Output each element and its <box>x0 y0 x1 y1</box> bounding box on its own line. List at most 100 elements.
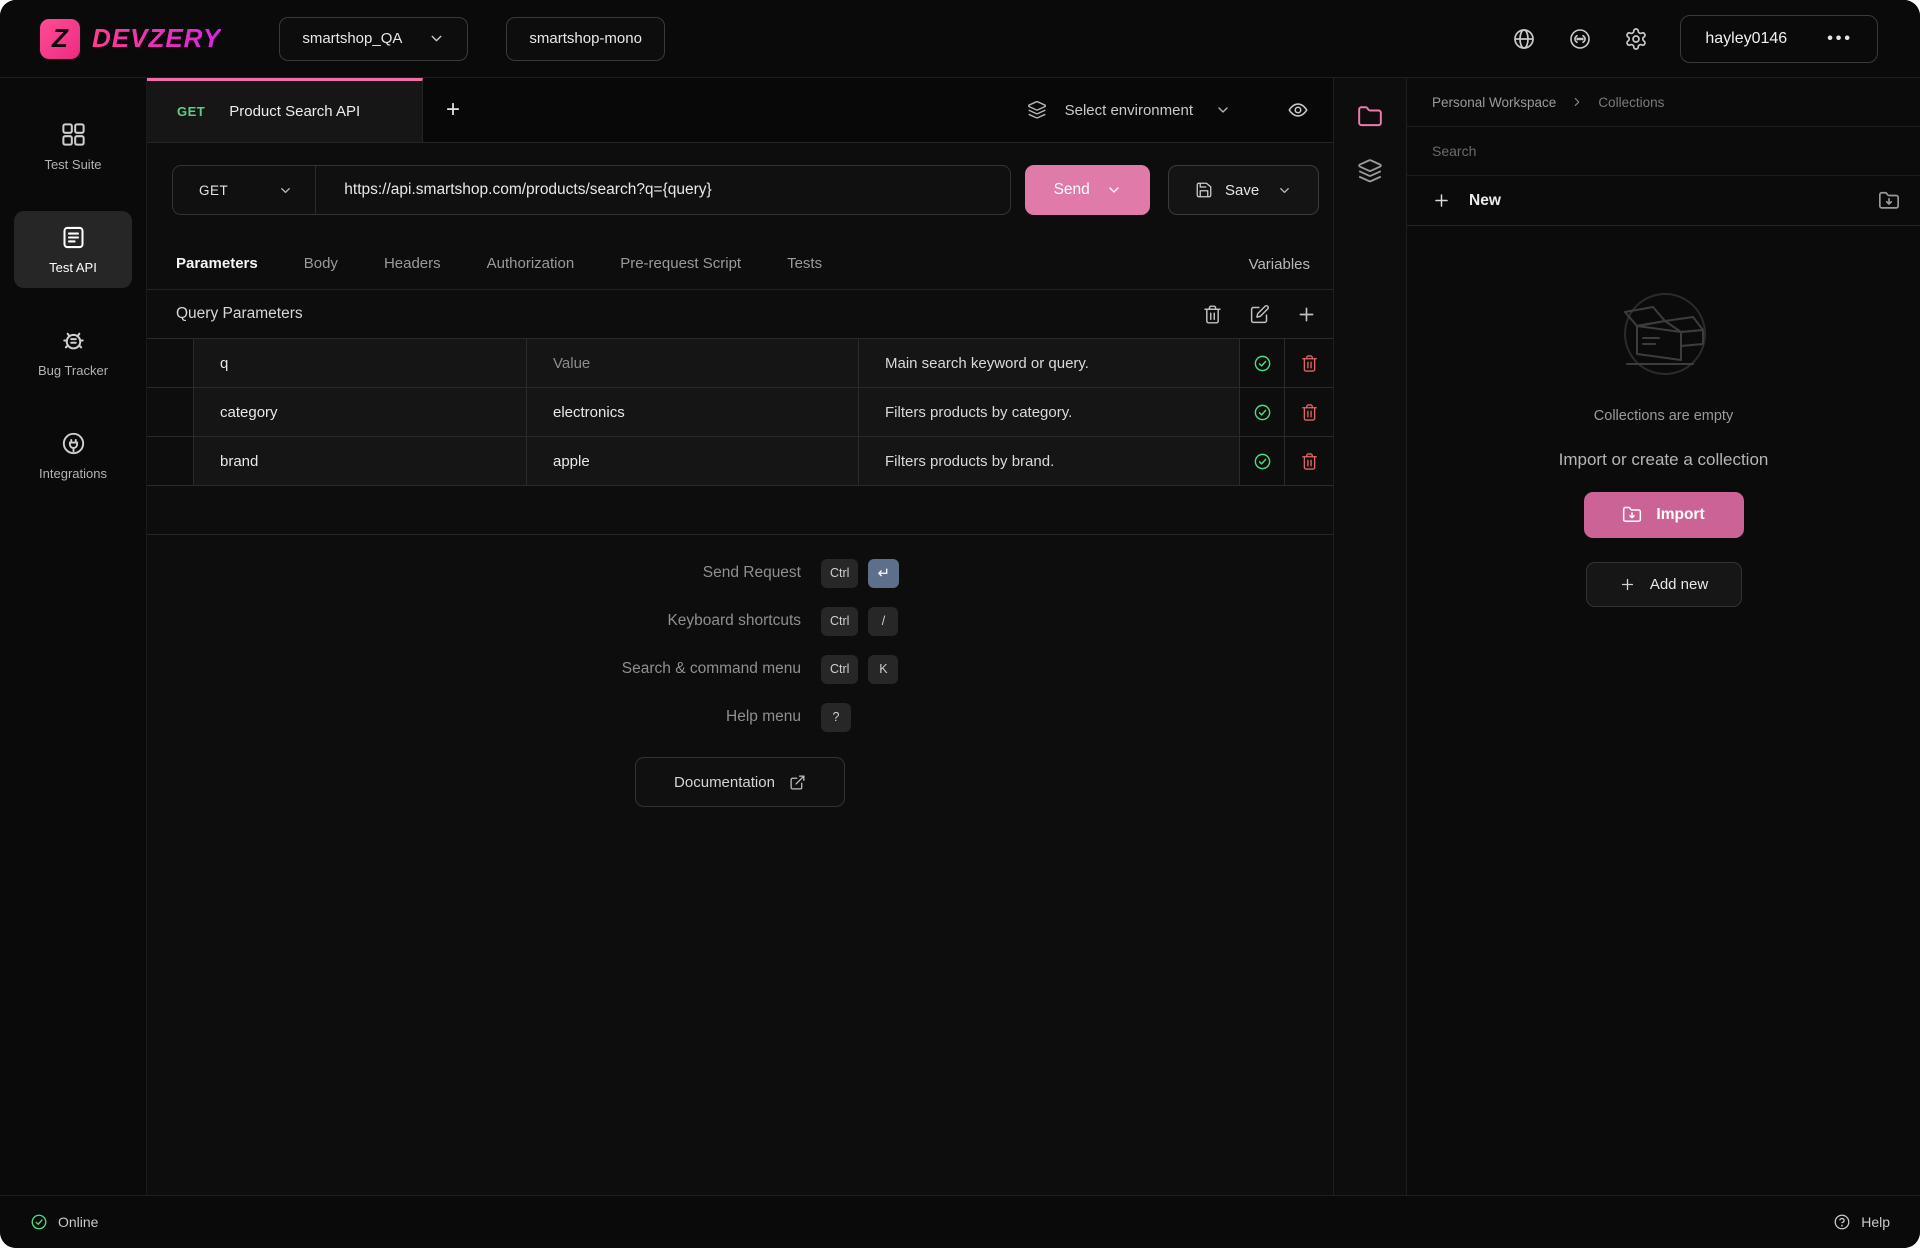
breadcrumb-collections[interactable]: Collections <box>1598 95 1664 110</box>
import-button[interactable]: Import <box>1584 492 1744 538</box>
plus-icon <box>1432 191 1451 210</box>
delete-all-icon[interactable] <box>1202 304 1223 325</box>
table-row: category electronics Filters products by… <box>147 388 1333 437</box>
param-delete-button[interactable] <box>1285 437 1333 485</box>
environments-layers-icon[interactable] <box>1357 158 1383 184</box>
document-icon <box>60 224 87 251</box>
tab-variables[interactable]: Variables <box>1249 256 1310 273</box>
online-check-icon <box>30 1213 48 1231</box>
sidebar-item-label: Test API <box>49 260 97 275</box>
layers-icon <box>1027 100 1047 120</box>
tab-pre-request-script[interactable]: Pre-request Script <box>620 255 741 274</box>
import-button-label: Import <box>1656 506 1704 524</box>
key-enter: ↵ <box>868 559 899 588</box>
user-menu[interactable]: hayley0146 ••• <box>1680 15 1878 63</box>
key-ctrl: Ctrl <box>821 655 858 684</box>
url-input[interactable]: https://api.smartshop.com/products/searc… <box>316 181 711 199</box>
param-value-cell[interactable]: Value <box>527 339 859 387</box>
new-collection-label: New <box>1469 192 1501 210</box>
shortcut-row: Keyboard shortcuts Ctrl / <box>147 597 1333 645</box>
collections-panel: Personal Workspace Collections New <box>1406 78 1920 1195</box>
grid-icon <box>60 121 87 148</box>
online-status-label: Online <box>58 1214 98 1230</box>
chevron-down-icon[interactable] <box>1215 102 1231 118</box>
param-enabled-toggle[interactable] <box>1240 339 1285 387</box>
query-params-table: q Value Main search keyword or query. ca… <box>147 338 1333 535</box>
row-handle-cell[interactable] <box>147 339 194 387</box>
tab-headers[interactable]: Headers <box>384 255 441 274</box>
tab-body[interactable]: Body <box>304 255 338 274</box>
main-panel: GET Product Search API + Select environm… <box>146 78 1333 1195</box>
new-collection-row: New <box>1407 176 1920 226</box>
send-button[interactable]: Send <box>1025 165 1150 215</box>
documentation-label: Documentation <box>674 774 775 791</box>
check-circle-icon <box>1253 452 1272 471</box>
param-enabled-toggle[interactable] <box>1240 437 1285 485</box>
sidebar-item-bug-tracker[interactable]: Bug Tracker <box>14 314 132 391</box>
sidebar-item-integrations[interactable]: Integrations <box>14 417 132 494</box>
empty-state-title: Collections are empty <box>1594 408 1733 424</box>
sidebar-item-label: Integrations <box>39 466 107 481</box>
ellipsis-icon: ••• <box>1827 30 1853 48</box>
sidebar-item-test-suite[interactable]: Test Suite <box>14 108 132 185</box>
table-empty-row <box>147 486 1333 535</box>
method-select[interactable]: GET <box>173 166 316 214</box>
param-value-cell[interactable]: electronics <box>527 388 859 436</box>
add-new-button-label: Add new <box>1650 576 1708 593</box>
sidebar-item-test-api[interactable]: Test API <box>14 211 132 288</box>
param-description-cell[interactable]: Main search keyword or query. <box>859 339 1240 387</box>
new-collection-button[interactable]: New <box>1432 191 1501 210</box>
add-param-icon[interactable] <box>1296 304 1317 325</box>
edit-icon[interactable] <box>1249 304 1270 325</box>
param-delete-button[interactable] <box>1285 388 1333 436</box>
save-button[interactable]: Save <box>1168 165 1319 215</box>
gear-icon[interactable] <box>1624 27 1648 51</box>
search-input[interactable] <box>1407 143 1920 159</box>
external-link-icon <box>789 774 806 791</box>
chevron-down-icon <box>1106 182 1122 198</box>
environment-selector[interactable]: Select environment <box>1065 102 1193 119</box>
brand-logo[interactable]: Z DEVZERY <box>40 19 221 59</box>
param-key-cell[interactable]: brand <box>194 437 527 485</box>
collections-search-row <box>1407 127 1920 176</box>
param-delete-button[interactable] <box>1285 339 1333 387</box>
param-description-cell[interactable]: Filters products by brand. <box>859 437 1240 485</box>
new-tab-button[interactable]: + <box>423 78 483 142</box>
help-circle-icon <box>1833 1213 1851 1231</box>
row-handle-cell[interactable] <box>147 437 194 485</box>
globe-icon[interactable] <box>1512 27 1536 51</box>
tab-parameters[interactable]: Parameters <box>176 255 258 274</box>
online-status[interactable]: Online <box>30 1213 98 1231</box>
api-status-icon[interactable] <box>1568 27 1592 51</box>
brand-name: DEVZERY <box>92 23 221 54</box>
repo-button[interactable]: smartshop-mono <box>506 17 665 61</box>
param-enabled-toggle[interactable] <box>1240 388 1285 436</box>
param-description-cell[interactable]: Filters products by category. <box>859 388 1240 436</box>
query-params-header: Query Parameters <box>147 290 1333 338</box>
send-button-label: Send <box>1054 181 1090 199</box>
request-tab[interactable]: GET Product Search API <box>147 78 423 142</box>
plug-icon <box>60 430 87 457</box>
param-value-cell[interactable]: apple <box>527 437 859 485</box>
save-button-label: Save <box>1225 182 1259 199</box>
request-tab-method: GET <box>177 104 205 119</box>
project-selector[interactable]: smartshop_QA <box>279 17 468 61</box>
url-box: GET https://api.smartshop.com/products/s… <box>172 165 1011 215</box>
help-button[interactable]: Help <box>1833 1213 1890 1231</box>
check-circle-icon <box>1253 354 1272 373</box>
param-key-cell[interactable]: category <box>194 388 527 436</box>
add-new-button[interactable]: Add new <box>1586 562 1742 607</box>
breadcrumb-workspace[interactable]: Personal Workspace <box>1432 95 1556 110</box>
request-config-tabs: Parameters Body Headers Authorization Pr… <box>147 240 1333 290</box>
documentation-button[interactable]: Documentation <box>635 757 845 807</box>
key-slash: / <box>868 607 898 636</box>
eye-icon[interactable] <box>1287 99 1309 121</box>
collections-folder-icon[interactable] <box>1357 104 1383 130</box>
row-handle-cell[interactable] <box>147 388 194 436</box>
chevron-down-icon <box>428 30 445 47</box>
tab-authorization[interactable]: Authorization <box>487 255 575 274</box>
param-key-cell[interactable]: q <box>194 339 527 387</box>
tab-tests[interactable]: Tests <box>787 255 822 274</box>
import-folder-icon[interactable] <box>1878 190 1900 212</box>
key-ctrl: Ctrl <box>821 607 858 636</box>
